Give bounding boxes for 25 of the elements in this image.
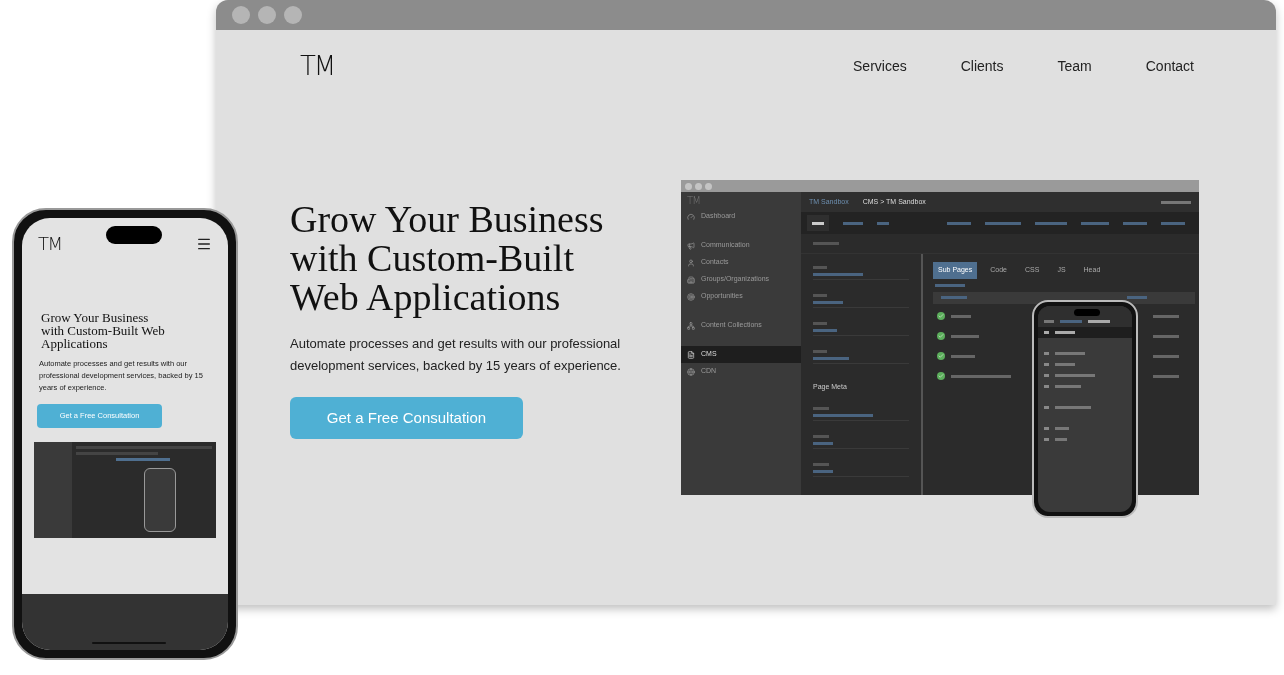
phone-notch-icon [1074, 309, 1100, 316]
sidebar-icon [687, 292, 695, 301]
hero-text: Automate processes and get results with our professional development services, backed by 15 years of experience. [290, 335, 622, 375]
hero-heading: Grow Your Business with Custom-Built Web Applications [290, 200, 605, 317]
nav-link[interactable]: Services [853, 55, 907, 77]
check-icon [937, 332, 945, 340]
sidebar-icon [687, 212, 695, 221]
sidebar-icon [687, 367, 695, 376]
site-logo: TM [38, 232, 62, 256]
nav-link[interactable]: Contact [1145, 55, 1194, 77]
phone-notch-icon [106, 226, 162, 244]
home-indicator-icon [92, 642, 166, 644]
sidebar-icon [687, 275, 695, 284]
sidebar-icon [687, 241, 695, 250]
check-icon [937, 352, 945, 360]
nav-link[interactable]: Team [1057, 55, 1092, 77]
user-name-drawing [1161, 200, 1191, 204]
sidebar-icon [687, 321, 695, 330]
check-icon [937, 372, 945, 380]
hero-heading: Grow Your Business with Custom-Built Web Applications [40, 311, 166, 350]
sidebar-icon [687, 258, 695, 267]
site-logo: TM [300, 49, 335, 83]
check-icon [937, 312, 945, 320]
sidebar-icon [687, 350, 695, 359]
nav-link[interactable]: Clients [960, 55, 1004, 77]
